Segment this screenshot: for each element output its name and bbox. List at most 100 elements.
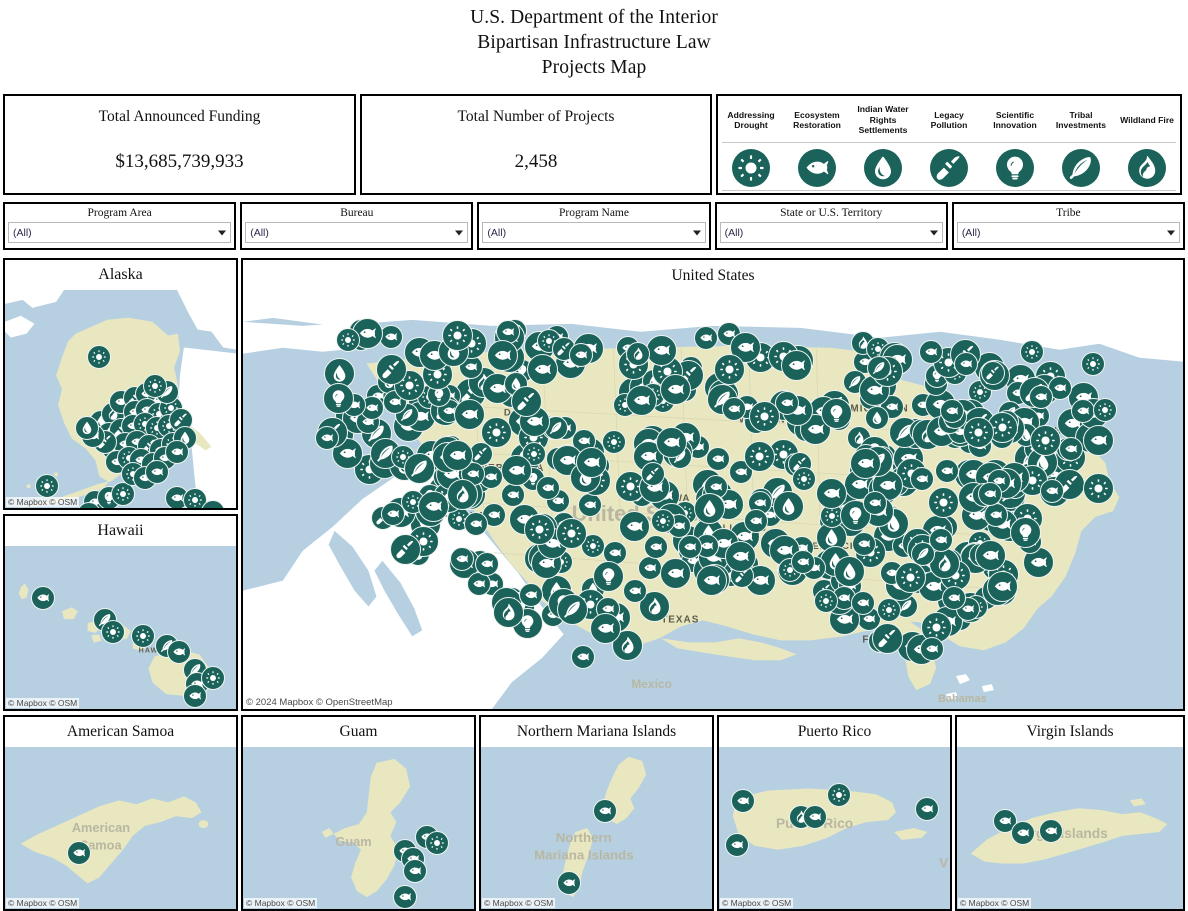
project-marker[interactable] xyxy=(731,789,755,813)
legend-item-feather[interactable]: Tribal Investments xyxy=(1048,96,1114,193)
feather-icon[interactable] xyxy=(1062,149,1100,187)
project-marker[interactable] xyxy=(35,474,59,498)
map-panel-alaska[interactable]: Alaska © Mapbox © OSM xyxy=(3,258,238,510)
project-marker[interactable] xyxy=(1071,399,1095,423)
filter-dropdown-state-or-u-s-territory[interactable]: (All) xyxy=(719,222,943,243)
project-marker[interactable] xyxy=(323,383,354,414)
shovel-icon[interactable] xyxy=(930,149,968,187)
map-canvas-hawaii[interactable]: HAWAII © Mapbox © OSM xyxy=(5,546,236,709)
project-marker[interactable] xyxy=(714,354,745,385)
filter-dropdown-program-area[interactable]: (All) xyxy=(8,222,232,243)
project-marker[interactable] xyxy=(626,385,657,416)
project-marker[interactable] xyxy=(454,399,485,430)
project-marker[interactable] xyxy=(1039,819,1063,843)
project-marker[interactable] xyxy=(919,340,943,364)
project-marker[interactable] xyxy=(1030,425,1061,456)
project-marker[interactable] xyxy=(376,354,407,385)
project-marker[interactable] xyxy=(315,426,339,450)
project-marker[interactable] xyxy=(1040,479,1064,503)
project-marker[interactable] xyxy=(418,491,449,522)
project-marker[interactable] xyxy=(442,320,473,351)
project-marker[interactable] xyxy=(1011,821,1035,845)
project-marker[interactable] xyxy=(851,591,875,615)
project-marker[interactable] xyxy=(975,540,1006,571)
chevron-down-icon[interactable] xyxy=(1167,230,1176,235)
project-marker[interactable] xyxy=(940,399,964,423)
project-marker[interactable] xyxy=(749,401,780,432)
project-marker[interactable] xyxy=(381,502,405,526)
project-marker[interactable] xyxy=(646,335,677,366)
project-marker[interactable] xyxy=(694,493,725,524)
project-marker[interactable] xyxy=(75,416,99,440)
project-marker[interactable] xyxy=(576,447,607,478)
project-marker[interactable] xyxy=(725,541,756,572)
project-marker[interactable] xyxy=(641,462,665,486)
project-marker[interactable] xyxy=(852,532,876,556)
project-marker[interactable] xyxy=(694,326,718,350)
project-marker[interactable] xyxy=(814,589,838,613)
chevron-down-icon[interactable] xyxy=(692,230,701,235)
project-marker[interactable] xyxy=(638,556,662,580)
project-marker[interactable] xyxy=(865,406,889,430)
project-marker[interactable] xyxy=(744,509,768,533)
map-canvas-guam[interactable]: Guam © Mapbox © OSM xyxy=(243,747,474,909)
project-marker[interactable] xyxy=(590,613,621,644)
project-marker[interactable] xyxy=(487,340,518,371)
project-marker[interactable] xyxy=(1083,425,1114,456)
filter-dropdown-program-name[interactable]: (All) xyxy=(482,222,706,243)
project-marker[interactable] xyxy=(910,467,934,491)
legend-item-sun[interactable]: Addressing Drought xyxy=(718,96,784,193)
project-marker[interactable] xyxy=(569,343,593,367)
project-marker[interactable] xyxy=(557,594,588,625)
project-marker[interactable] xyxy=(425,831,449,855)
project-marker[interactable] xyxy=(725,833,749,857)
project-marker[interactable] xyxy=(678,535,702,559)
project-marker[interactable] xyxy=(501,455,532,486)
project-marker[interactable] xyxy=(781,350,812,381)
legend-item-lightbulb[interactable]: Scientific Innovation xyxy=(982,96,1048,193)
map-panel-american-samoa[interactable]: American Samoa American Samoa © Mapbox ©… xyxy=(3,715,238,911)
project-marker[interactable] xyxy=(336,328,360,352)
map-canvas-puerto-rico[interactable]: Puerto Rico V © Mapbox © OSM xyxy=(719,747,950,909)
project-marker[interactable] xyxy=(556,518,587,549)
project-marker[interactable] xyxy=(744,441,775,472)
project-marker[interactable] xyxy=(511,386,542,417)
project-marker[interactable] xyxy=(450,547,474,571)
project-marker[interactable] xyxy=(593,799,617,823)
project-marker[interactable] xyxy=(131,624,155,648)
project-marker[interactable] xyxy=(557,871,581,895)
project-marker[interactable] xyxy=(1059,437,1083,461)
project-marker[interactable] xyxy=(165,440,189,464)
project-marker[interactable] xyxy=(1093,398,1117,422)
project-marker[interactable] xyxy=(821,398,852,429)
legend-item-water-drop[interactable]: Indian Water Rights Settlements xyxy=(850,96,916,193)
project-marker[interactable] xyxy=(442,440,473,471)
project-marker[interactable] xyxy=(935,459,959,483)
project-marker[interactable] xyxy=(791,550,815,574)
project-marker[interactable] xyxy=(393,885,417,909)
project-marker[interactable] xyxy=(101,620,125,644)
filter-dropdown-tribe[interactable]: (All) xyxy=(956,222,1181,243)
map-canvas-united-states[interactable]: SOTAWISCONSINMICHIGANSOUTHDNEBRASKAMISSO… xyxy=(243,292,1183,709)
project-marker[interactable] xyxy=(827,783,851,807)
project-marker[interactable] xyxy=(623,579,647,603)
project-marker[interactable] xyxy=(403,859,427,883)
sun-icon[interactable] xyxy=(732,149,770,187)
project-marker[interactable] xyxy=(954,352,978,376)
map-panel-puerto-rico[interactable]: Puerto Rico Puerto Rico V © Mapbox © OSM xyxy=(717,715,952,911)
fish-icon[interactable] xyxy=(798,149,836,187)
project-marker[interactable] xyxy=(660,558,691,589)
project-marker[interactable] xyxy=(651,509,675,533)
map-canvas-northern-mariana-islands[interactable]: Northern Mariana Islands © Mapbox © OSM xyxy=(481,747,712,909)
legend-item-fish[interactable]: Ecosystem Restoration xyxy=(784,96,850,193)
chevron-down-icon[interactable] xyxy=(929,230,938,235)
project-marker[interactable] xyxy=(201,666,225,690)
project-marker[interactable] xyxy=(867,356,891,380)
map-panel-united-states[interactable]: United States D TEXAS Mexico Bahamas Uni… xyxy=(241,258,1185,711)
project-marker[interactable] xyxy=(447,479,478,510)
project-marker[interactable] xyxy=(67,841,91,865)
project-marker[interactable] xyxy=(1081,352,1105,376)
project-marker[interactable] xyxy=(803,805,827,829)
project-marker[interactable] xyxy=(1083,473,1114,504)
project-marker[interactable] xyxy=(475,552,499,576)
